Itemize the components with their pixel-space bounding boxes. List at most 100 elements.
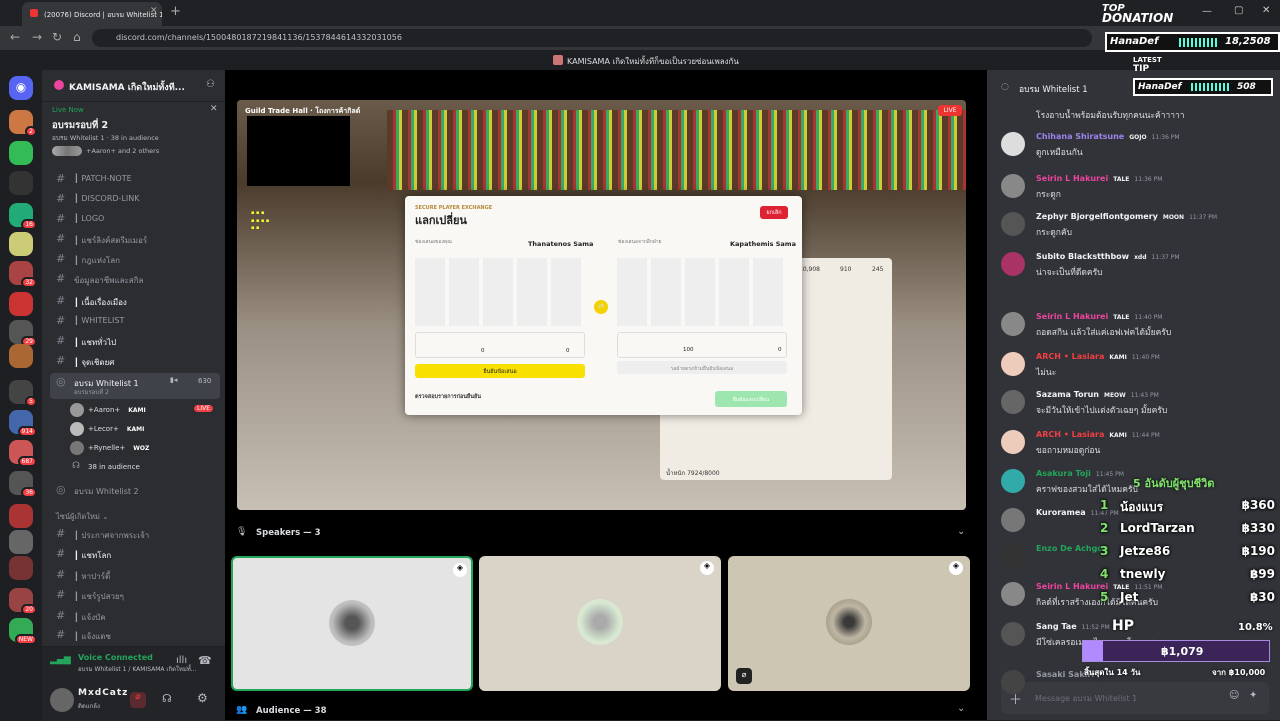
back-icon[interactable]: ← — [10, 30, 20, 44]
server-icon[interactable]: 36 — [9, 471, 37, 498]
deafen-icon[interactable]: ☊ — [162, 692, 172, 705]
top-donor-name: HanaDef — [1110, 36, 1159, 47]
stage-user[interactable]: +Lecor+ KAMI — [70, 421, 144, 439]
live-now-card[interactable]: Live Now ✕ อบรมรอบที่ 2 อบรม Whitelist 1… — [52, 104, 220, 162]
server-icon[interactable]: 29 — [9, 320, 37, 347]
role-tag: GOJO — [1129, 134, 1147, 141]
avatar[interactable] — [1001, 174, 1025, 198]
channel-item[interactable]: # ┃ แชททั่วไป — [50, 332, 220, 350]
discord-home-icon[interactable]: ◉ — [9, 76, 33, 100]
stage-channel-item[interactable]: ◎ อบรม Whitelist 1 อบรมรอบที่ 2 ▮◂ 630 — [50, 373, 220, 399]
avatar[interactable] — [1001, 352, 1025, 376]
server-badge: 16 — [21, 219, 37, 230]
avatar[interactable] — [1001, 430, 1025, 454]
avatar[interactable] — [1001, 252, 1025, 276]
server-icon[interactable] — [9, 530, 33, 554]
left-slots[interactable] — [415, 258, 585, 326]
avatar[interactable] — [1001, 469, 1025, 493]
add-member-icon[interactable]: ⚇ — [206, 79, 215, 90]
channel-item[interactable]: # ┃ กฎแห่งโลก — [50, 250, 220, 268]
server-badge: 20 — [21, 604, 37, 615]
avatar[interactable] — [1001, 212, 1025, 236]
avatar[interactable] — [1001, 670, 1025, 694]
stage-channel-2[interactable]: ◎ อบรม Whitelist 2 — [50, 481, 220, 499]
author[interactable]: Seirin L Hakurei TALE 11:36 PM — [1036, 174, 1162, 183]
channel-item[interactable]: # ┃ แชทโลก — [50, 545, 220, 563]
author[interactable]: Seirin L Hakurei TALE 11:40 PM — [1036, 312, 1162, 321]
mute-icon[interactable]: ⌀ — [130, 692, 146, 708]
avatar[interactable] — [1001, 390, 1025, 414]
close-tab-icon[interactable]: ✕ — [150, 6, 158, 16]
server-icon[interactable]: 2 — [9, 110, 37, 137]
server-icon[interactable] — [9, 141, 33, 165]
channel-item[interactable]: # ┃ จุดเชิดยศ — [50, 352, 220, 370]
avatar[interactable] — [50, 688, 74, 712]
server-icon[interactable]: 687 — [9, 440, 37, 467]
server-icon[interactable] — [9, 556, 33, 580]
author[interactable]: Sang Tae 11:52 PM — [1036, 622, 1110, 631]
channel-item[interactable]: # ┃ แจ้งแดช — [50, 626, 220, 644]
server-icon[interactable] — [9, 344, 33, 368]
stream-video[interactable]: Guild Trade Hall · โถงการค้ากิลด์ LIVE ▪… — [237, 100, 966, 510]
server-icon[interactable]: 5 — [9, 380, 37, 407]
new-tab-button[interactable]: + — [170, 4, 181, 19]
channel-item[interactable]: # ┃ หาปาร์ตี้ — [50, 566, 220, 584]
stage-user[interactable]: +Aaron+ KAMI LIVE — [70, 402, 214, 420]
chevron-down-icon[interactable]: ⌄ — [957, 703, 965, 714]
browser-tab[interactable]: (20076) Discord | อบรม Whitelist 1 | KAM… — [22, 2, 162, 26]
server-header[interactable]: KAMISAMA เกิดใหม่ทั้งที... — [42, 70, 225, 102]
channel-item[interactable]: # ┃ แชร์ลิงค์สตรีมเมอร์ — [50, 230, 220, 248]
avatar[interactable] — [1001, 312, 1025, 336]
author[interactable]: Subito Blackstthbow xdd 11:37 PM — [1036, 252, 1180, 261]
speaker-tile[interactable]: ◈ ⌀ — [728, 556, 970, 691]
reload-icon[interactable]: ↻ — [52, 30, 62, 44]
avatar[interactable] — [1001, 544, 1025, 568]
server-icon[interactable]: 20 — [9, 588, 37, 615]
channel-item[interactable]: # ┃ PATCH-NOTE — [50, 170, 220, 188]
server-icon[interactable]: NEW — [9, 618, 37, 645]
channel-item[interactable]: # ┃ LOGO — [50, 210, 220, 228]
author[interactable]: ARCH • Lasiara KAMI 11:44 PM — [1036, 430, 1160, 439]
cancel-button[interactable]: ยกเลิก — [760, 206, 788, 219]
noise-icon[interactable]: ıllı — [176, 655, 187, 666]
server-icon[interactable] — [9, 171, 33, 195]
home-icon[interactable]: ⌂ — [73, 30, 81, 44]
channel-item[interactable]: # ข้อมูลอาชีพและสกิล — [50, 270, 220, 288]
server-icon[interactable]: 16 — [9, 203, 37, 230]
server-icon — [553, 55, 563, 65]
signal-icon: ▂▄▆ — [50, 655, 71, 665]
channel-item[interactable]: # ┃ WHITELIST — [50, 312, 220, 330]
disconnect-icon[interactable]: ☎ — [198, 654, 212, 667]
final-trade-button[interactable]: ยืนยันแลกเปลี่ยน — [715, 391, 787, 407]
channel-item[interactable]: # ┃ แจ้งบัค — [50, 607, 220, 625]
channel-item[interactable]: # ┃ เนื้อเรื่องเมือง — [50, 292, 220, 310]
url-input[interactable]: discord.com/channels/1500480187219841136… — [92, 29, 1092, 47]
avatar[interactable] — [1001, 132, 1025, 156]
close-icon[interactable]: ✕ — [210, 104, 218, 114]
settings-icon[interactable]: ⚙ — [197, 691, 208, 705]
channel-item[interactable]: # ┃ แชร์รูปสวยๆ — [50, 586, 220, 604]
confirm-offer-button[interactable]: ยืนยันข้อเสนอ — [415, 364, 585, 378]
stage-user[interactable]: +Rynelle+ WOZ — [70, 440, 149, 458]
forward-icon[interactable]: → — [32, 30, 42, 44]
author[interactable]: Enzo De Achgon — [1036, 544, 1109, 553]
server-icon[interactable]: 32 — [9, 261, 37, 288]
author[interactable]: ARCH • Lasiara KAMI 11:40 PM — [1036, 352, 1160, 361]
author[interactable]: Zephyr Bjorgelfiontgomery MOON 11:37 PM — [1036, 212, 1217, 221]
channel-item[interactable]: # ┃ ประกาศจากพระเจ้า — [50, 525, 220, 543]
server-icon[interactable]: 914 — [9, 410, 37, 437]
author[interactable]: Sazama Torun MEOW 11:43 PM — [1036, 390, 1159, 399]
avatar[interactable] — [1001, 582, 1025, 606]
server-icon[interactable] — [9, 292, 33, 316]
avatar[interactable] — [1001, 622, 1025, 646]
chevron-down-icon[interactable]: ⌄ — [957, 526, 965, 537]
server-icon[interactable] — [9, 232, 33, 256]
speaker-tile[interactable]: ◈ — [479, 556, 721, 691]
category-header[interactable]: ไซน์ผู้เกิดใหม่ ⌄ — [56, 511, 109, 523]
server-icon[interactable] — [9, 504, 33, 528]
avatar[interactable] — [1001, 508, 1025, 532]
speaker-tile[interactable]: ◈ — [231, 556, 473, 691]
channel-item[interactable]: # ┃ DISCORD-LINK — [50, 190, 220, 208]
author[interactable]: Chihana Shiratsune GOJO 11:36 PM — [1036, 132, 1180, 141]
role-tag: KAMI — [1109, 432, 1127, 439]
